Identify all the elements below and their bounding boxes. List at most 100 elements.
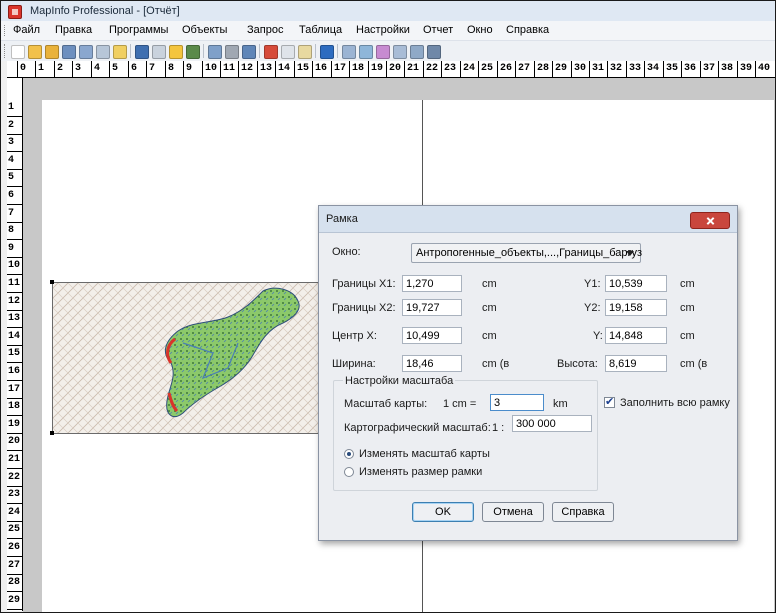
ruler-tick [202, 61, 203, 77]
ruler-label: 30 [574, 63, 587, 74]
ruler-label: 29 [8, 594, 21, 606]
print-window-icon[interactable] [225, 45, 239, 59]
menu-settings[interactable]: Настройки [356, 24, 410, 36]
ruler-cell: 16 [7, 363, 22, 381]
ruler-label: 20 [389, 63, 402, 74]
ruler-label: 1 [38, 63, 45, 74]
legend-icon[interactable] [410, 45, 424, 59]
frame-dialog: Рамка Окно: Антропогенные_объекты,...,Гр… [318, 205, 738, 541]
height-unit: cm (в [680, 358, 708, 370]
y2-unit: cm [680, 302, 695, 314]
map-scale-input[interactable]: 3 [490, 394, 544, 411]
ruler-tick [220, 61, 221, 77]
ruler-label: 1 [8, 102, 15, 113]
mapper-icon[interactable] [342, 45, 356, 59]
menu-report[interactable]: Отчет [423, 24, 453, 36]
ruler-cell: 4 [7, 152, 22, 170]
y2-field[interactable]: 19,158 [605, 299, 667, 316]
copy-icon[interactable] [281, 45, 295, 59]
fill-frame-checkbox[interactable]: ✔ [604, 396, 615, 408]
ruler-tick [607, 61, 608, 77]
menu-query[interactable]: Запрос [247, 24, 283, 36]
browser-icon[interactable] [359, 45, 373, 59]
width-field[interactable]: 18,46 [402, 355, 462, 372]
ruler-tick [552, 61, 553, 77]
vertical-ruler: 1 2 3 4 5 6 7 8 9 10 11 12 13 14 15 16 17 18 19 20 21 22 23 24 2… [7, 99, 23, 611]
new-icon[interactable] [11, 45, 25, 59]
center-x-field[interactable]: 10,499 [402, 327, 462, 344]
save-copy-icon[interactable] [79, 45, 93, 59]
change-scale-radio[interactable] [344, 449, 354, 459]
statistics-icon[interactable] [427, 45, 441, 59]
ruler-cell: 11 [7, 275, 22, 293]
menu-table[interactable]: Таблица [299, 24, 342, 36]
workspace-icon[interactable] [113, 45, 127, 59]
carto-scale-input[interactable]: 300 000 [512, 415, 592, 432]
print-preview-icon[interactable] [242, 45, 256, 59]
center-y-label: Y: [593, 330, 603, 342]
ruler-tick [644, 61, 645, 77]
ruler-label: 10 [205, 63, 218, 74]
ruler-cell: 22 [7, 469, 22, 487]
selection-handle[interactable] [50, 431, 54, 435]
help-button[interactable]: Справка [552, 502, 614, 522]
menu-objects[interactable]: Объекты [182, 24, 227, 36]
height-field[interactable]: 8,619 [605, 355, 667, 372]
ok-button[interactable]: OK [412, 502, 474, 522]
open-table-icon[interactable] [169, 45, 183, 59]
ruler-label: 2 [8, 119, 15, 131]
menu-window[interactable]: Окно [467, 24, 493, 36]
ruler-cell: 20 [7, 433, 22, 452]
ruler-tick [755, 61, 756, 77]
open-folder-icon[interactable] [45, 45, 59, 59]
graph-icon[interactable] [376, 45, 390, 59]
ruler-cell: 7 [7, 205, 22, 223]
map-frame[interactable] [52, 282, 354, 434]
ruler-label: 17 [334, 63, 347, 74]
ruler-cell: 21 [7, 451, 22, 469]
open-icon[interactable] [28, 45, 42, 59]
toolbar-separator [337, 44, 338, 58]
cancel-button[interactable]: Отмена [482, 502, 544, 522]
menu-programs[interactable]: Программы [109, 24, 168, 36]
export-icon[interactable] [186, 45, 200, 59]
menu-edit[interactable]: Правка [55, 24, 92, 36]
x2-field[interactable]: 19,727 [402, 299, 462, 316]
ruler-label: 27 [518, 63, 531, 74]
y1-field[interactable]: 10,539 [605, 275, 667, 292]
ruler-label: 23 [444, 63, 457, 74]
center-x-unit: cm [482, 330, 497, 342]
ruler-cell: 19 [7, 416, 22, 434]
ruler-tick [54, 61, 55, 77]
ruler-tick [72, 61, 73, 77]
ruler-label: 19 [371, 63, 384, 74]
ruler-tick [183, 61, 184, 77]
window-select[interactable]: Антропогенные_объекты,...,Границы_баргуз [411, 243, 642, 263]
ruler-label: 26 [8, 542, 21, 553]
undo-icon[interactable] [320, 45, 334, 59]
center-y-field[interactable]: 14,848 [605, 327, 667, 344]
paste-icon[interactable] [298, 45, 312, 59]
change-frame-radio[interactable] [344, 467, 354, 477]
ruler-tick [128, 61, 129, 77]
ruler-label: 36 [684, 63, 697, 74]
print-icon[interactable] [152, 45, 166, 59]
ruler-label: 24 [463, 63, 476, 74]
ruler-label: 25 [8, 524, 21, 536]
copy-window-icon[interactable] [208, 45, 222, 59]
ruler-label: 35 [666, 63, 679, 74]
menu-file[interactable]: Файл [13, 24, 40, 36]
menu-help[interactable]: Справка [506, 24, 549, 36]
cut-icon[interactable] [264, 45, 278, 59]
save-icon[interactable] [62, 45, 76, 59]
save-disk-icon[interactable] [135, 45, 149, 59]
ruler-tick [91, 61, 92, 77]
close-icon[interactable] [690, 212, 730, 229]
ruler-label: 38 [721, 63, 734, 74]
selection-handle[interactable] [50, 280, 54, 284]
x1-field[interactable]: 1,270 [402, 275, 462, 292]
ruler-label: 3 [75, 63, 82, 74]
layout-icon[interactable] [393, 45, 407, 59]
print-setup-icon[interactable] [96, 45, 110, 59]
checkmark-icon: ✔ [605, 396, 615, 408]
